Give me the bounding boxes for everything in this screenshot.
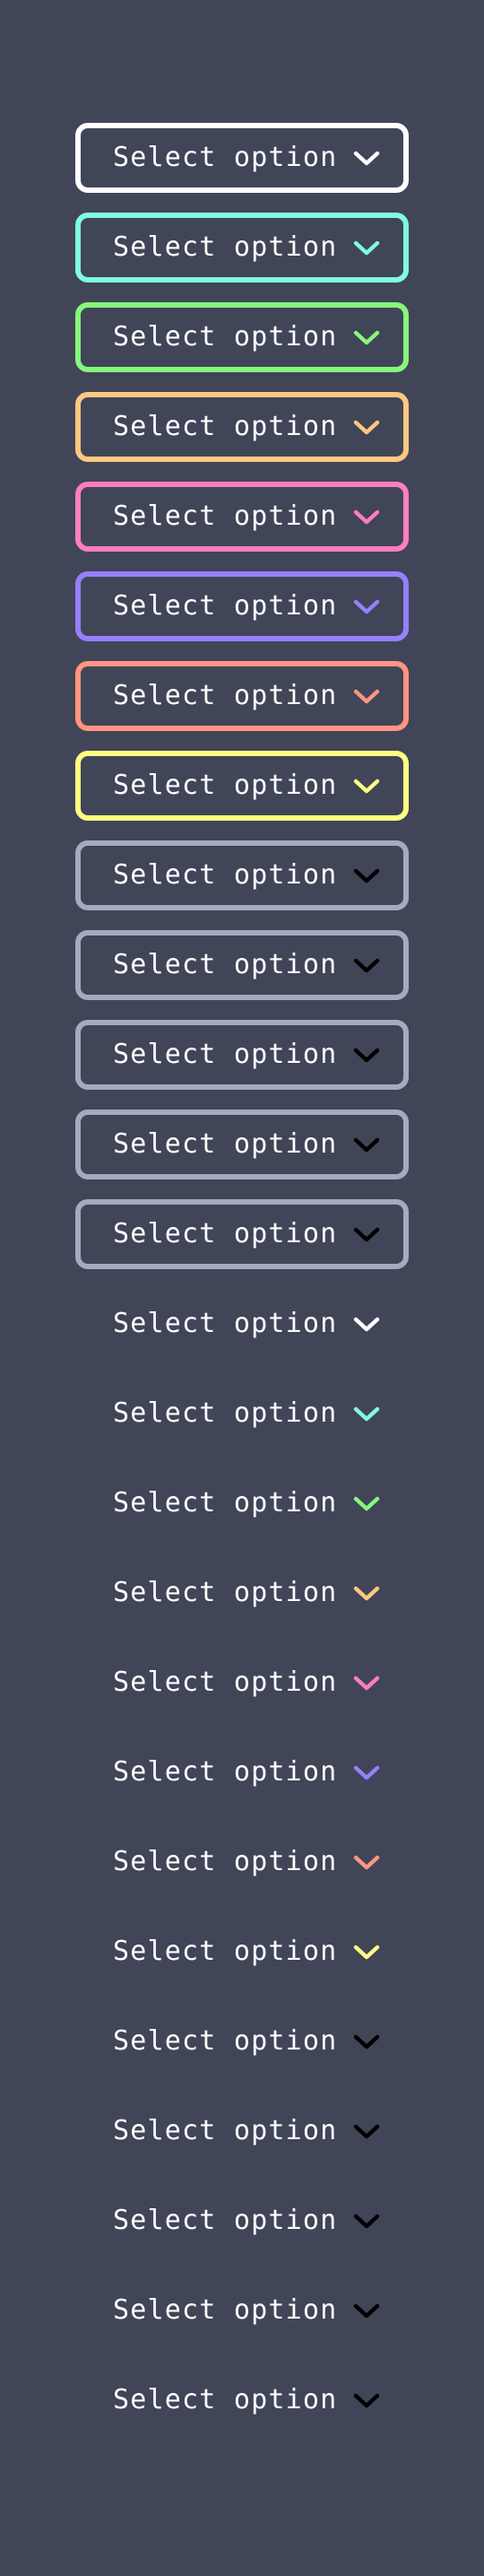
chevron-down-icon (353, 1945, 380, 1960)
select-placeholder: Select option (113, 1038, 338, 1070)
select-dropdown-17[interactable]: Select option (75, 1558, 409, 1628)
chevron-down-icon (353, 1227, 380, 1242)
select-dropdown-24[interactable]: Select option (75, 2186, 409, 2256)
select-list: Select option Select option Select optio… (75, 123, 409, 2455)
select-dropdown-19[interactable]: Select option (75, 1737, 409, 1807)
chevron-down-icon (353, 1317, 380, 1332)
select-placeholder: Select option (113, 1397, 338, 1429)
select-placeholder: Select option (113, 320, 338, 352)
chevron-down-icon (353, 2214, 380, 2229)
select-placeholder: Select option (113, 1755, 338, 1788)
select-dropdown-5[interactable]: Select option (75, 482, 409, 552)
select-dropdown-22[interactable]: Select option (75, 2006, 409, 2076)
chevron-down-icon (353, 509, 380, 525)
select-dropdown-13[interactable]: Select option (75, 1199, 409, 1269)
chevron-down-icon (353, 1048, 380, 1063)
select-dropdown-16[interactable]: Select option (75, 1468, 409, 1538)
select-dropdown-10[interactable]: Select option (75, 930, 409, 1000)
chevron-down-icon (353, 1496, 380, 1511)
select-placeholder: Select option (113, 1217, 338, 1249)
chevron-down-icon (353, 151, 380, 166)
chevron-down-icon (353, 2034, 380, 2049)
select-placeholder: Select option (113, 500, 338, 532)
select-placeholder: Select option (113, 1307, 338, 1339)
select-placeholder: Select option (113, 948, 338, 980)
select-dropdown-18[interactable]: Select option (75, 1648, 409, 1718)
select-placeholder: Select option (113, 589, 338, 622)
select-placeholder: Select option (113, 769, 338, 801)
select-dropdown-8[interactable]: Select option (75, 751, 409, 821)
chevron-down-icon (353, 2124, 380, 2139)
select-placeholder: Select option (113, 1127, 338, 1160)
select-placeholder: Select option (113, 1666, 338, 1698)
chevron-down-icon (353, 599, 380, 614)
select-dropdown-1[interactable]: Select option (75, 123, 409, 193)
select-placeholder: Select option (113, 2204, 338, 2236)
chevron-down-icon (353, 779, 380, 794)
select-dropdown-11[interactable]: Select option (75, 1020, 409, 1090)
select-dropdown-26[interactable]: Select option (75, 2365, 409, 2435)
chevron-down-icon (353, 1137, 380, 1153)
select-dropdown-7[interactable]: Select option (75, 661, 409, 731)
select-dropdown-20[interactable]: Select option (75, 1827, 409, 1897)
select-placeholder: Select option (113, 1935, 338, 1967)
select-dropdown-2[interactable]: Select option (75, 213, 409, 283)
select-dropdown-4[interactable]: Select option (75, 392, 409, 462)
chevron-down-icon (353, 1675, 380, 1691)
select-dropdown-3[interactable]: Select option (75, 302, 409, 372)
select-placeholder: Select option (113, 2293, 338, 2326)
select-dropdown-21[interactable]: Select option (75, 1917, 409, 1987)
select-placeholder: Select option (113, 410, 338, 442)
chevron-down-icon (353, 689, 380, 704)
chevron-down-icon (353, 2303, 380, 2319)
chevron-down-icon (353, 958, 380, 973)
select-placeholder: Select option (113, 141, 338, 173)
select-placeholder: Select option (113, 858, 338, 891)
chevron-down-icon (353, 2393, 380, 2408)
chevron-down-icon (353, 330, 380, 345)
chevron-down-icon (353, 1406, 380, 1422)
select-dropdown-14[interactable]: Select option (75, 1289, 409, 1359)
chevron-down-icon (353, 1586, 380, 1601)
select-placeholder: Select option (113, 1486, 338, 1519)
select-placeholder: Select option (113, 2024, 338, 2057)
chevron-down-icon (353, 240, 380, 256)
select-placeholder: Select option (113, 231, 338, 263)
select-dropdown-23[interactable]: Select option (75, 2096, 409, 2166)
select-placeholder: Select option (113, 1576, 338, 1608)
select-placeholder: Select option (113, 679, 338, 711)
chevron-down-icon (353, 1765, 380, 1780)
select-dropdown-6[interactable]: Select option (75, 571, 409, 641)
select-placeholder: Select option (113, 2383, 338, 2415)
chevron-down-icon (353, 420, 380, 435)
select-placeholder: Select option (113, 1845, 338, 1877)
chevron-down-icon (353, 1855, 380, 1870)
chevron-down-icon (353, 868, 380, 883)
select-placeholder: Select option (113, 2114, 338, 2146)
select-dropdown-25[interactable]: Select option (75, 2276, 409, 2345)
select-dropdown-15[interactable]: Select option (75, 1379, 409, 1449)
select-dropdown-12[interactable]: Select option (75, 1110, 409, 1179)
select-dropdown-9[interactable]: Select option (75, 840, 409, 910)
